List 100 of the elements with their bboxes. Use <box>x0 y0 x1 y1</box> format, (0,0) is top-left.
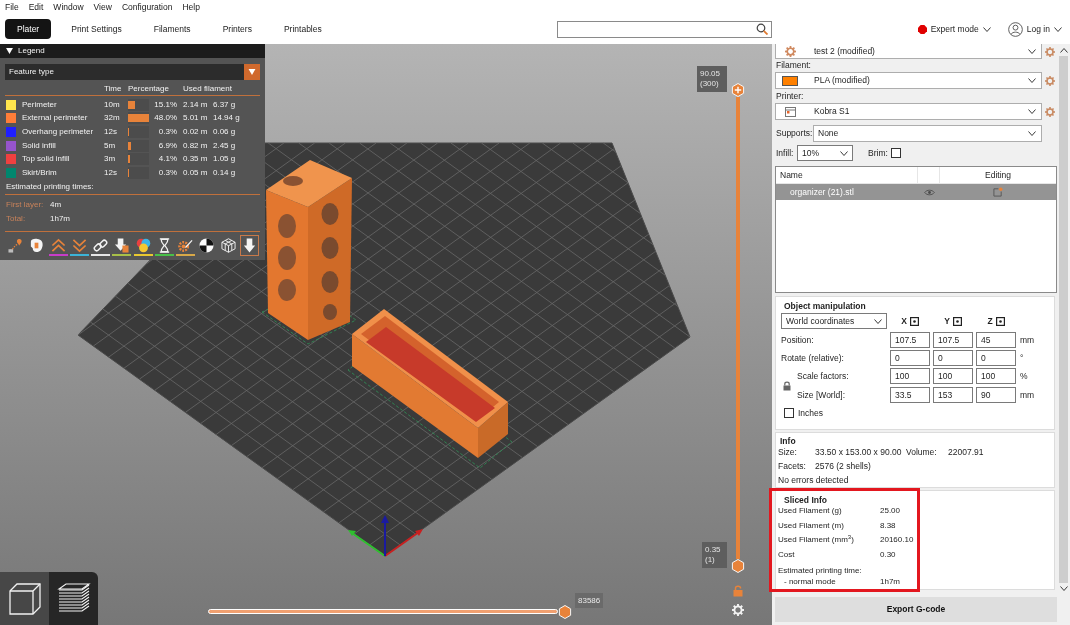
square-dot-icon[interactable] <box>995 316 1005 326</box>
unit-label: % <box>1020 371 1028 381</box>
infill-dropdown[interactable]: 10% <box>797 145 853 161</box>
weight-value: 0.14 g <box>213 168 236 177</box>
input-field[interactable]: 0 <box>890 350 930 366</box>
settings-icon[interactable] <box>1045 46 1055 57</box>
length-value: 5.01 m <box>183 114 209 123</box>
coordinates-dropdown[interactable]: World coordinates <box>781 313 887 329</box>
time-value: 12s <box>104 128 118 136</box>
input-field[interactable]: 0 <box>976 350 1016 366</box>
arrow-down-icon <box>114 237 130 253</box>
unit-label: mm <box>1020 390 1035 400</box>
menu-item[interactable]: View <box>93 2 112 12</box>
stat-label: Used Filament (g) <box>778 507 843 516</box>
menu-item[interactable]: File <box>5 2 19 12</box>
slider-handle[interactable] <box>731 559 745 573</box>
move-value: 83586 <box>575 593 604 608</box>
time-value: 1h7m <box>50 214 70 223</box>
input-field[interactable]: 100 <box>976 368 1016 384</box>
supports-dropdown[interactable]: None <box>813 125 1042 142</box>
info-value: 2576 (2 shells) <box>815 461 871 471</box>
input-field[interactable]: 45 <box>976 332 1016 348</box>
view-type-dropdown[interactable]: Feature type <box>5 64 260 80</box>
legend-header[interactable]: Legend <box>0 44 265 58</box>
gear-pencil-icon <box>178 237 194 253</box>
cog-icon <box>784 45 796 57</box>
field-label: Printer: <box>776 91 804 101</box>
tab[interactable]: Plater <box>5 19 52 39</box>
padlock-icon[interactable] <box>783 380 791 391</box>
chevron-down-icon <box>1028 131 1036 136</box>
weight-value: 2.45 g <box>213 141 236 150</box>
field-label: Brim: <box>868 148 888 158</box>
input-field[interactable]: 100 <box>933 368 973 384</box>
chevron-down-icon <box>1054 26 1062 32</box>
percentage-value: 0.3% <box>157 168 177 177</box>
column-header[interactable]: Name <box>776 167 918 183</box>
login-button[interactable]: Log in <box>1007 21 1062 37</box>
input-field[interactable]: 100 <box>890 368 930 384</box>
info-value: 33.50 x 153.00 x 90.00 <box>815 447 903 457</box>
chevron-down-icon <box>1028 78 1036 83</box>
input-field[interactable]: 90 <box>976 387 1016 403</box>
settings-icon[interactable] <box>1045 106 1055 117</box>
slider-handle[interactable] <box>558 604 572 619</box>
legend-title: Legend <box>18 47 45 55</box>
checkbox[interactable] <box>784 408 794 418</box>
legend-option-button[interactable] <box>239 234 259 256</box>
group-title: Info <box>780 436 796 445</box>
view-mode-button[interactable] <box>49 572 98 625</box>
height-value: 90.05 <box>700 70 722 78</box>
object-name: organizer (21).stl <box>789 187 855 197</box>
move-slider-track[interactable] <box>208 609 558 614</box>
column-header[interactable]: Editing <box>940 167 1056 183</box>
menu-item[interactable]: Configuration <box>121 2 173 12</box>
menu-item[interactable]: Help <box>182 2 200 12</box>
eye-icon[interactable] <box>923 188 935 196</box>
chevron-down-icon <box>982 26 991 32</box>
group-title: Sliced Info <box>784 495 827 504</box>
settings-icon[interactable] <box>1045 75 1055 86</box>
checkbox[interactable] <box>890 148 901 158</box>
column-header: Percentage <box>128 84 170 93</box>
stat-label: Estimated printing time: <box>778 567 863 576</box>
time-label: First layer: <box>6 200 45 209</box>
length-value: 0.35 m <box>183 155 209 164</box>
input-field[interactable]: 33.5 <box>890 387 930 403</box>
input-field[interactable]: 107.5 <box>890 332 930 348</box>
column-header: Used filament <box>183 84 232 93</box>
feature-name: Skirt/Brim <box>22 168 58 177</box>
stat-value: 8.38 <box>880 521 896 530</box>
chain-icon <box>93 237 109 253</box>
axis-label: Y <box>944 316 950 326</box>
mode-dropdown[interactable]: Expert mode <box>917 22 991 36</box>
axis-label: Z <box>987 316 993 326</box>
search-field[interactable] <box>557 20 772 38</box>
unit-label: ° <box>1020 353 1024 363</box>
weight-value: 0.06 g <box>213 128 236 136</box>
weight-value: 6.37 g <box>213 100 236 109</box>
input-field[interactable]: 153 <box>933 387 973 403</box>
stat-value: 1h7m <box>880 577 900 586</box>
view-mode-button[interactable] <box>0 572 49 625</box>
slider-handle[interactable] <box>731 83 745 97</box>
field-label: Scale factors: <box>797 371 850 381</box>
printer-dropdown[interactable]: Kobra S1 <box>775 103 1042 120</box>
filament-dropdown[interactable]: PLA (modified) <box>775 72 1042 89</box>
print-preset-dropdown[interactable]: test 2 (modified) <box>775 44 1042 59</box>
field-label: Infill: <box>775 148 795 158</box>
scrollbar-thumb[interactable] <box>1059 56 1068 583</box>
export-button[interactable]: Export G-code <box>775 597 1057 622</box>
field-label: Size [World]: <box>797 390 847 400</box>
input-field[interactable]: 107.5 <box>933 332 973 348</box>
menu-item[interactable]: Edit <box>28 2 44 12</box>
unit-label: mm <box>1020 335 1035 345</box>
search-icon <box>756 23 768 35</box>
feature-name: Top solid infill <box>22 155 71 164</box>
status-text: No errors detected <box>778 475 849 485</box>
chevron-down-icon <box>1028 109 1036 114</box>
feature-name: External perimeter <box>22 114 89 123</box>
input-field[interactable]: 0 <box>933 350 973 366</box>
column-header: Time <box>104 84 123 93</box>
percentage-value: 15.1% <box>153 100 177 109</box>
menu-item[interactable]: Window <box>53 2 84 12</box>
